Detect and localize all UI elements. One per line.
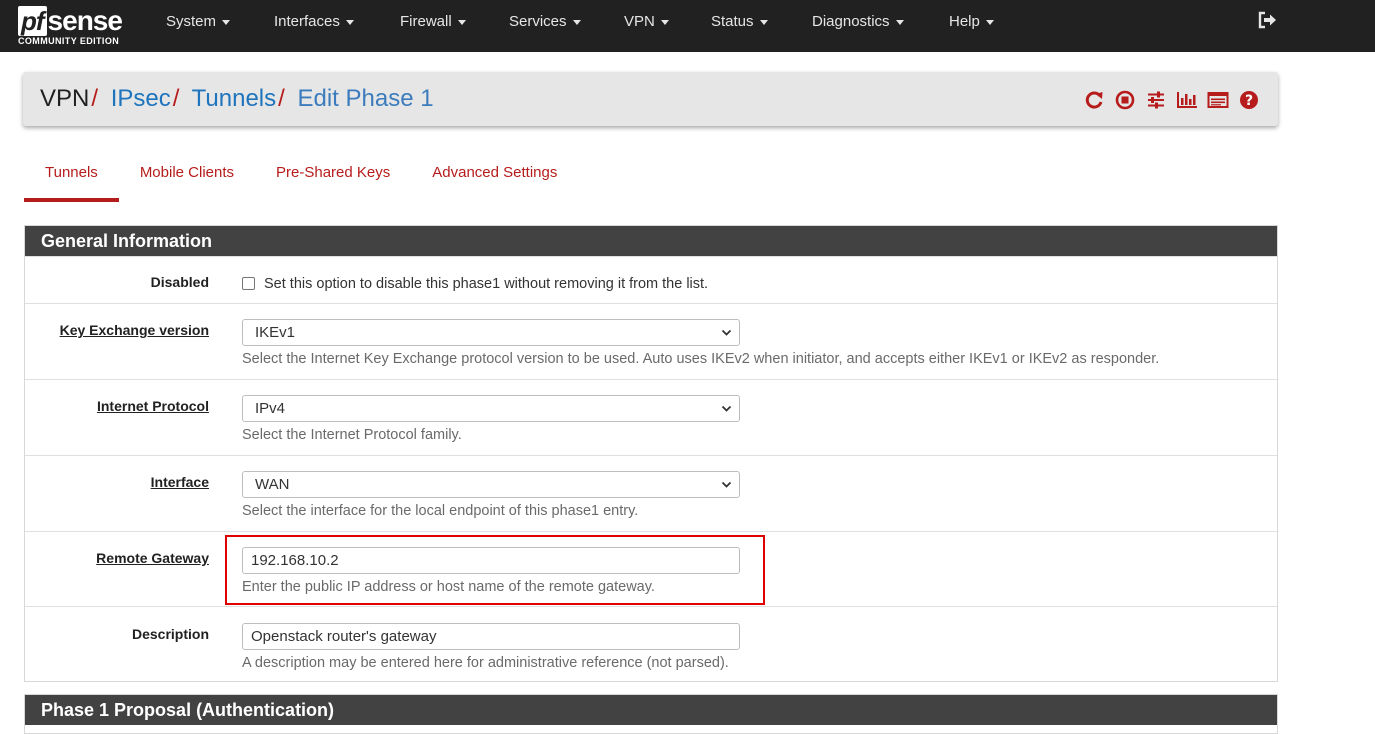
breadcrumb-ipsec-link[interactable]: IPsec [111,85,171,112]
disabled-checkbox-text: Set this option to disable this phase1 w… [264,275,709,292]
nav-firewall-label: Firewall [400,13,452,30]
logo-pf-text: pf [18,6,47,36]
breadcrumb: VPN/ IPsec/ Tunnels/ Edit Phase 1 [40,72,434,126]
chevron-down-icon [721,405,732,412]
top-navbar: pf sense COMMUNITY EDITION System Interfa… [0,0,1375,52]
chevron-down-icon [721,481,732,488]
caret-down-icon [345,19,354,25]
breadcrumb-edit-phase1-link[interactable]: Edit Phase 1 [297,85,433,112]
help-icon[interactable]: ? [1238,89,1260,111]
internet-protocol-help: Select the Internet Protocol family. [242,427,462,443]
breadcrumb-separator: / [91,85,99,112]
breadcrumb-tunnels-link[interactable]: Tunnels [192,85,277,112]
disabled-checkbox[interactable] [242,277,255,291]
description-label: Description [131,626,209,642]
interface-value: WAN [255,476,290,493]
caret-down-icon [457,19,466,25]
internet-protocol-label[interactable]: Internet Protocol [97,398,209,414]
restart-icon[interactable] [1083,89,1105,111]
nav-system-label: System [166,13,217,30]
breadcrumb-panel: VPN/ IPsec/ Tunnels/ Edit Phase 1 ? [23,72,1278,126]
interface-select[interactable]: WAN [242,471,740,498]
logo-sense-text: sense [47,5,123,36]
general-information-panel: General Information Disabled Set this op… [24,225,1278,682]
nav-status-label: Status [711,13,754,30]
caret-down-icon [572,19,581,25]
interface-label[interactable]: Interface [151,474,209,490]
bar-chart-icon[interactable] [1176,89,1198,111]
nav-vpn[interactable]: VPN [624,0,669,44]
nav-help-label: Help [949,13,980,30]
internet-protocol-select[interactable]: IPv4 [242,395,740,422]
nav-interfaces-label: Interfaces [274,13,340,30]
nav-diagnostics-label: Diagnostics [812,13,890,30]
caret-down-icon [660,19,669,25]
row-internet-protocol: Internet Protocol IPv4 Select the Intern… [25,379,1277,455]
caret-down-icon [759,19,768,25]
remote-gateway-label[interactable]: Remote Gateway [96,550,209,566]
row-interface: Interface WAN Select the interface for t… [25,455,1277,531]
pfsense-logo[interactable]: pf sense COMMUNITY EDITION [18,4,138,48]
svg-text:?: ? [1245,93,1253,109]
row-disabled: Disabled Set this option to disable this… [25,256,1277,303]
description-help: A description may be entered here for ad… [242,655,729,671]
tab-bar: Tunnels Mobile Clients Pre-Shared Keys A… [24,152,578,202]
nav-diagnostics[interactable]: Diagnostics [812,0,904,44]
disabled-label: Disabled [150,274,209,290]
log-list-icon[interactable] [1207,89,1229,111]
row-key-exchange: Key Exchange version IKEv1 Select the In… [25,303,1277,379]
nav-interfaces[interactable]: Interfaces [274,0,354,44]
tab-mobile-clients[interactable]: Mobile Clients [119,152,255,202]
panel-heading-phase1: Phase 1 Proposal (Authentication) [25,695,1277,725]
internet-protocol-value: IPv4 [255,400,286,417]
key-exchange-value: IKEv1 [255,324,296,341]
interface-help: Select the interface for the local endpo… [242,503,639,519]
tab-pre-shared-keys[interactable]: Pre-Shared Keys [255,152,411,202]
remote-gateway-input[interactable]: 192.168.10.2 [242,547,740,574]
nav-vpn-label: VPN [624,13,655,30]
nav-status[interactable]: Status [711,0,768,44]
breadcrumb-separator: / [278,85,285,112]
key-exchange-help: Select the Internet Key Exchange protoco… [242,351,1160,367]
nav-services[interactable]: Services [509,0,581,44]
chevron-down-icon [721,329,732,336]
nav-system[interactable]: System [166,0,231,44]
tab-tunnels[interactable]: Tunnels [24,152,119,202]
key-exchange-label[interactable]: Key Exchange version [60,322,209,338]
logo-edition-text: COMMUNITY EDITION [18,36,120,46]
sign-out-icon[interactable] [1258,11,1278,29]
caret-down-icon [222,19,231,25]
settings-sliders-icon[interactable] [1145,89,1167,111]
key-exchange-select[interactable]: IKEv1 [242,319,740,346]
breadcrumb-vpn: VPN [40,85,90,112]
nav-firewall[interactable]: Firewall [400,0,466,44]
nav-services-label: Services [509,13,567,30]
nav-help[interactable]: Help [949,0,994,44]
stop-icon[interactable] [1114,89,1136,111]
phase1-proposal-panel: Phase 1 Proposal (Authentication) [24,694,1278,734]
breadcrumb-separator: / [172,85,180,112]
description-input[interactable]: Openstack router's gateway [242,623,740,650]
remote-gateway-help: Enter the public IP address or host name… [242,579,655,595]
row-remote-gateway: Remote Gateway 192.168.10.2 Enter the pu… [25,531,1277,606]
tab-advanced-settings[interactable]: Advanced Settings [411,152,578,202]
row-description: Description Openstack router's gateway A… [25,606,1277,682]
panel-heading-general: General Information [25,226,1277,256]
caret-down-icon [985,19,994,25]
page-toolbar: ? [1083,89,1260,111]
caret-down-icon [895,19,904,25]
